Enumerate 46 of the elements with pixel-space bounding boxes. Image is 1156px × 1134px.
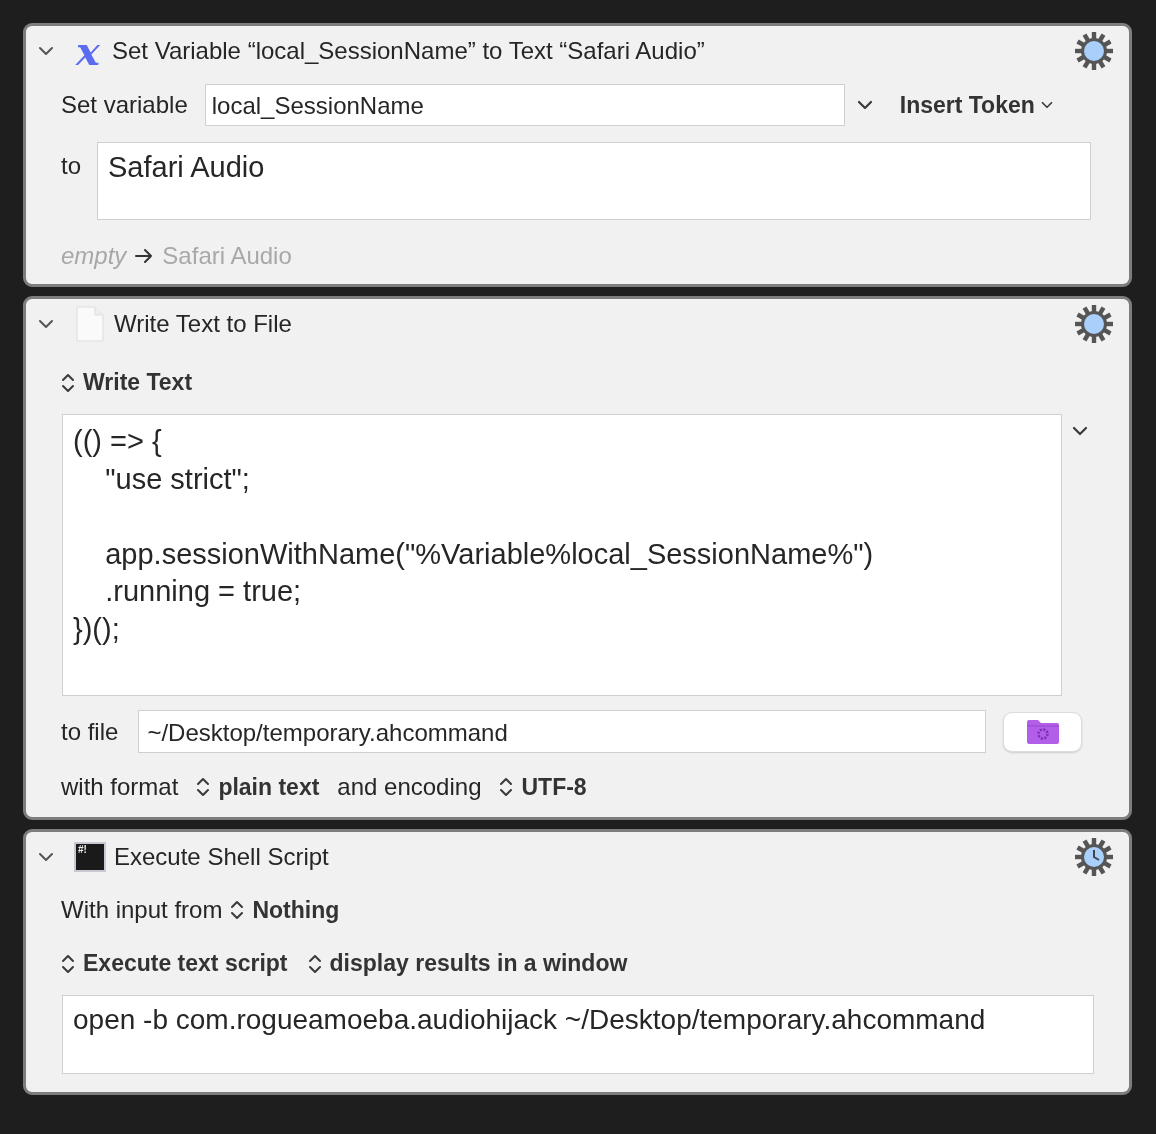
document-icon [76,306,104,342]
folder-icon [1025,718,1060,745]
up-down-arrows-icon [499,776,514,798]
terminal-icon: #! [74,842,106,872]
variable-icon: x [68,31,108,71]
up-down-arrows-icon [230,899,245,921]
field-label: Set variable [61,91,188,119]
chevron-down-icon [856,100,873,110]
arrow-right-icon [134,248,155,264]
action-title: Write Text to File [114,310,292,338]
field-label: and encoding [337,773,482,801]
preview-old-value: empty [61,242,127,270]
text-value-field[interactable]: Safari Audio [97,142,1091,220]
text-area[interactable]: (() => { "use strict"; app.sessionWithName("%Variable%local_SessionName%") .running = true; })(); [62,414,1062,696]
field-label: to file [61,717,119,746]
text-menu-button[interactable] [1072,426,1088,436]
chevron-down-icon [1072,426,1088,436]
script-field[interactable]: open -b com.rogueamoeba.audiohijack ~/Desktop/temporary.ahcommand [62,995,1094,1074]
encoding-popup[interactable]: UTF-8 [499,773,587,801]
preview-new-value: Safari Audio [162,242,292,270]
action-title: Set Variable “local_SessionName” to Text “Safari Audio” [112,37,705,65]
disclosure-chevron-down[interactable] [36,852,56,862]
up-down-arrows-icon [307,952,322,975]
insert-token-button[interactable]: Insert Token [899,91,1053,119]
disclosure-chevron-down[interactable] [36,319,56,329]
gear-icon[interactable] [1074,304,1114,344]
action-title: Execute Shell Script [114,843,329,871]
chevron-down-icon [1040,101,1053,109]
choose-folder-button[interactable] [1003,711,1083,752]
field-label: With input from [61,896,223,924]
variable-menu-button[interactable] [856,100,873,110]
gear-icon[interactable] [1074,31,1114,71]
field-label: to [61,151,81,180]
script-type-popup[interactable]: Execute text script [61,950,288,977]
file-path-field[interactable]: ~/Desktop/temporary.ahcommand [138,710,987,753]
up-down-arrows-icon [61,952,75,975]
source-popup[interactable]: Write Text [26,349,1129,396]
up-down-arrows-icon [196,776,211,798]
field-label: with format [61,773,179,801]
up-down-arrows-icon [61,371,75,394]
variable-name-field[interactable]: local_SessionName [204,84,845,126]
input-popup[interactable]: Nothing [230,896,340,924]
format-popup[interactable]: plain text [196,773,320,801]
timer-gear-icon[interactable] [1074,837,1114,877]
disclosure-chevron-down[interactable] [36,46,56,56]
output-popup[interactable]: display results in a window [307,950,628,977]
